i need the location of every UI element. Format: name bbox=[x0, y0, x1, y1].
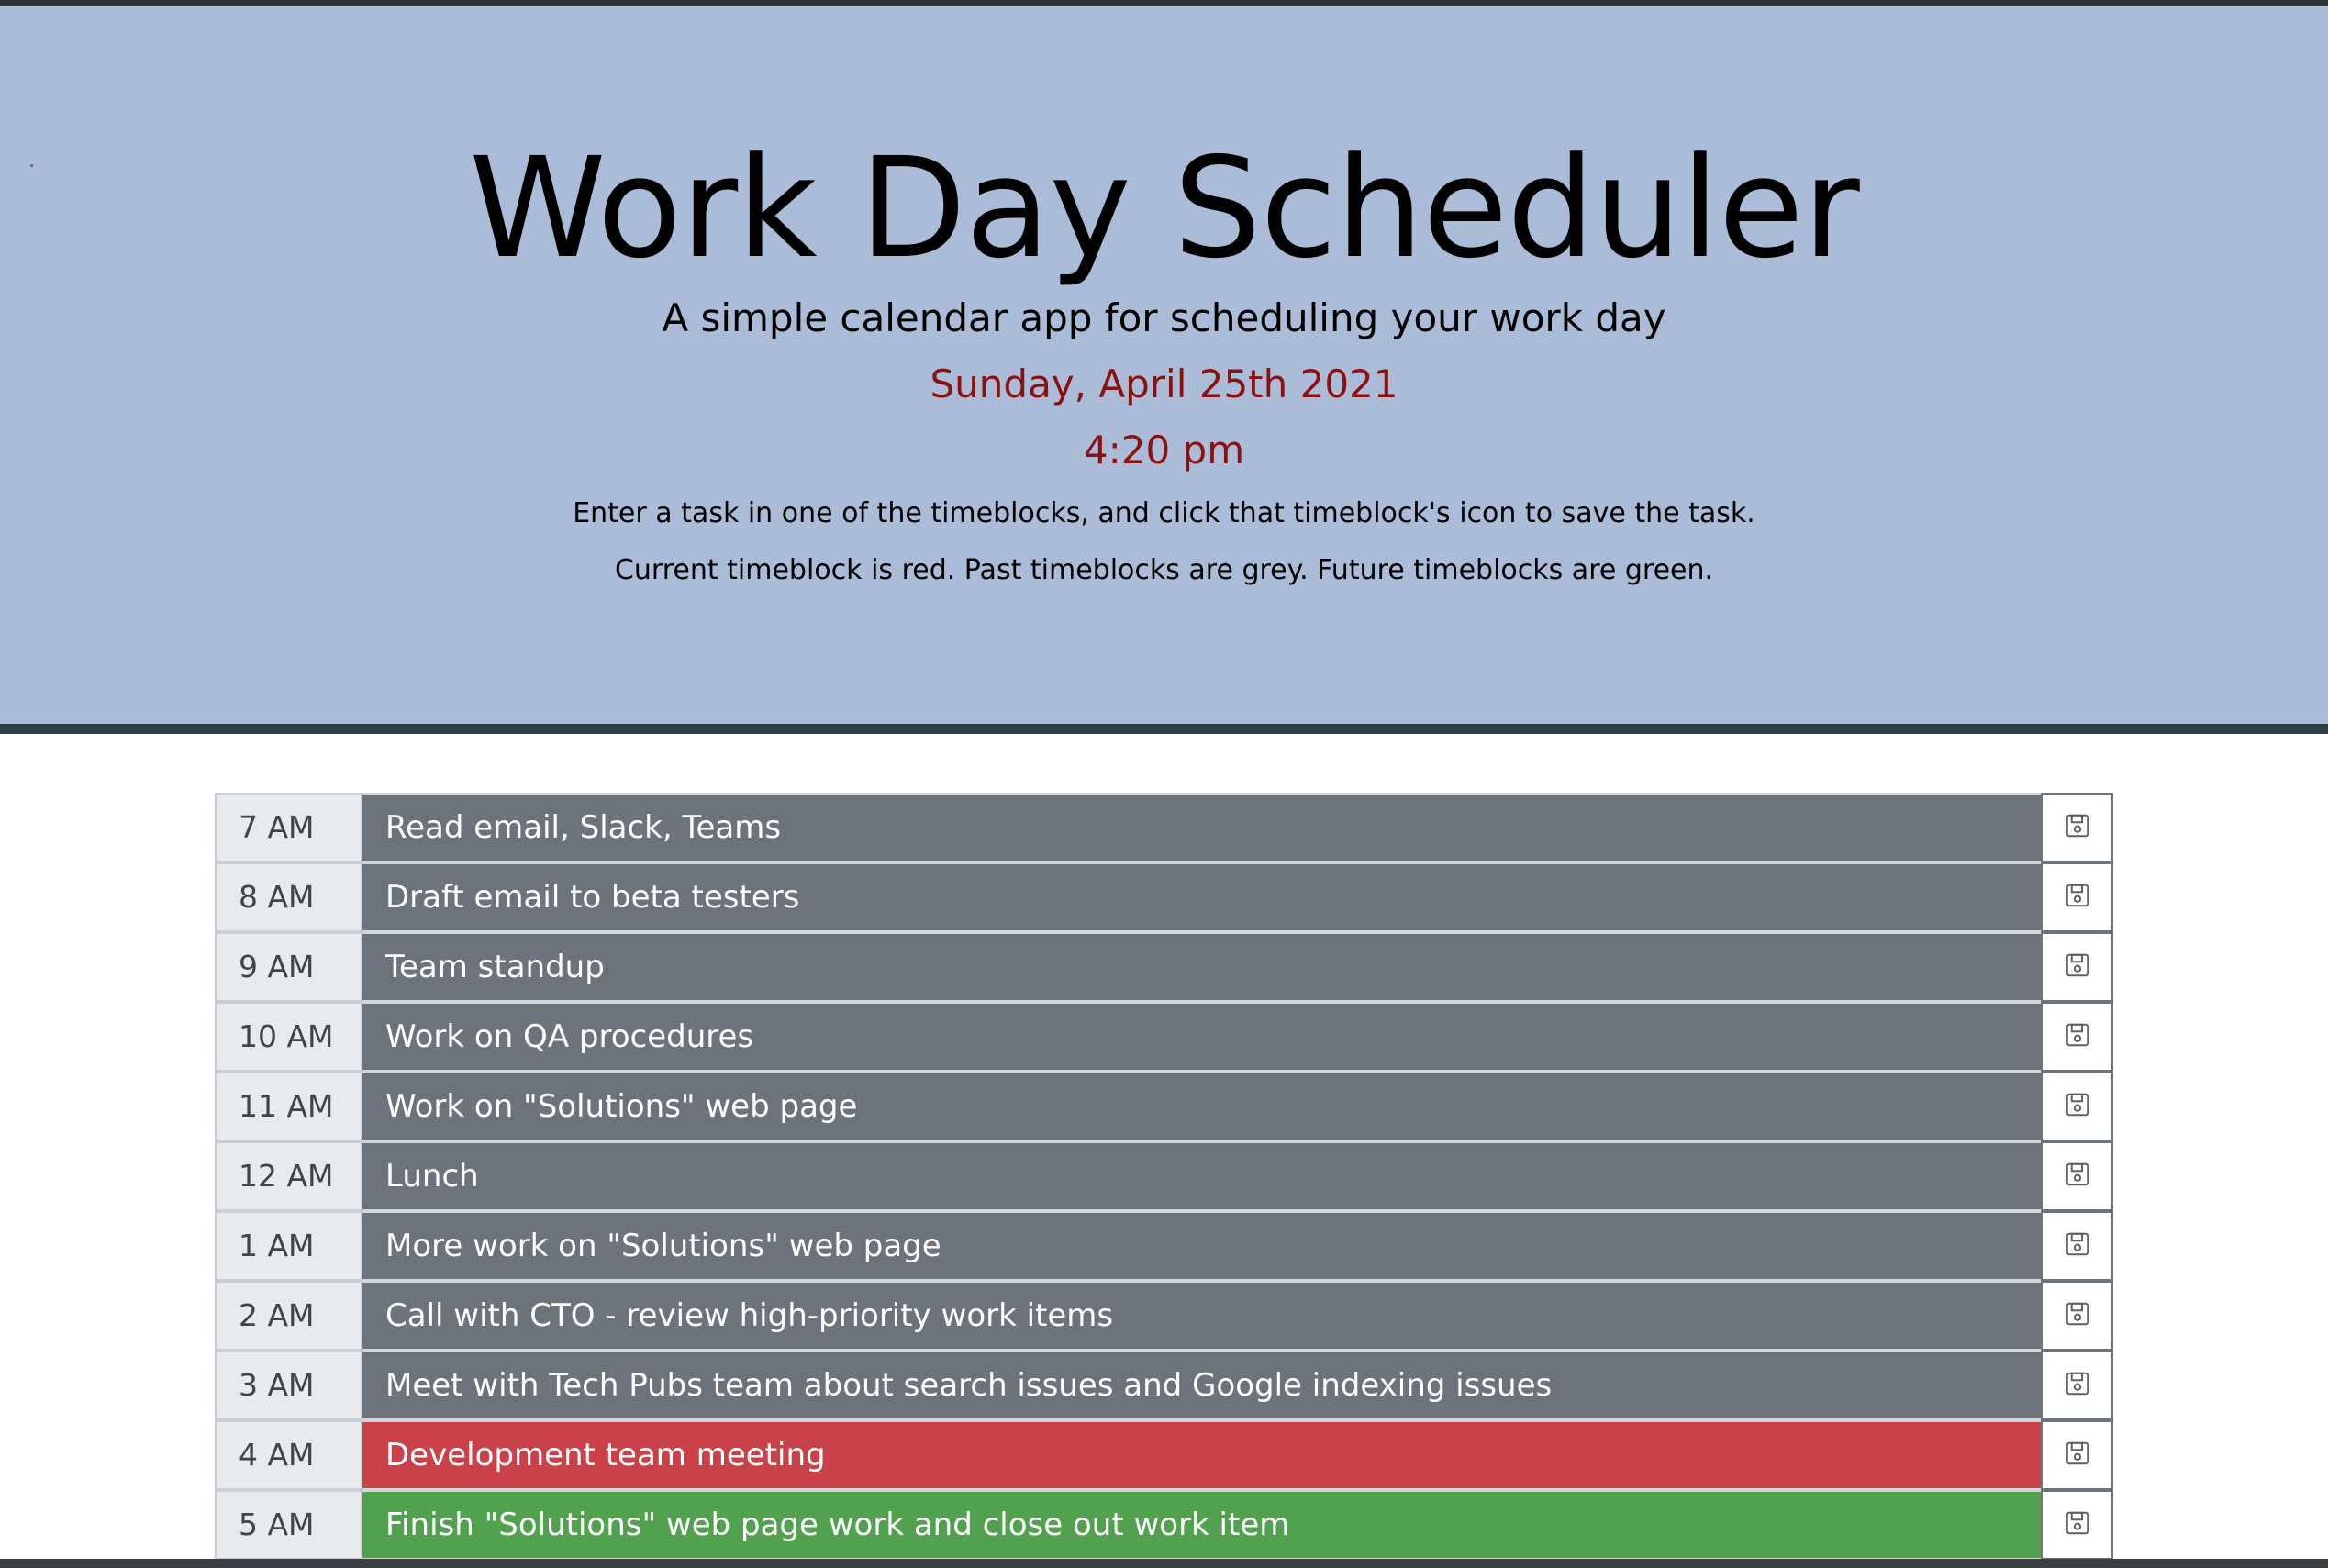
decorative-dot bbox=[30, 164, 33, 167]
timeblock-task-input[interactable]: Call with CTO - review high-priority wor… bbox=[362, 1281, 2041, 1351]
timeblock-task-input[interactable]: Work on "Solutions" web page bbox=[362, 1072, 2041, 1141]
save-button[interactable] bbox=[2041, 862, 2113, 932]
timeblock-hour: 10 AM bbox=[215, 1002, 362, 1072]
save-button[interactable] bbox=[2041, 1141, 2113, 1211]
save-button[interactable] bbox=[2041, 1351, 2113, 1420]
save-icon bbox=[2064, 1509, 2091, 1540]
timeblock-hour: 4 AM bbox=[215, 1420, 362, 1490]
save-icon bbox=[2064, 1370, 2091, 1401]
save-button[interactable] bbox=[2041, 1420, 2113, 1490]
timeblock-row: 12 AM Lunch bbox=[215, 1141, 2113, 1211]
save-button[interactable] bbox=[2041, 1490, 2113, 1560]
save-button[interactable] bbox=[2041, 1281, 2113, 1351]
save-icon bbox=[2064, 1161, 2091, 1192]
save-icon bbox=[2064, 951, 2091, 983]
timeblock-row: 8 AM Draft email to beta testers bbox=[215, 862, 2113, 932]
timeblock-hour: 5 AM bbox=[215, 1490, 362, 1560]
timeblock-task-input[interactable]: More work on "Solutions" web page bbox=[362, 1211, 2041, 1281]
save-button[interactable] bbox=[2041, 1211, 2113, 1281]
window-top-border bbox=[0, 0, 2328, 6]
timeblock-task-input[interactable]: Team standup bbox=[362, 932, 2041, 1002]
header-jumbotron: Work Day Scheduler A simple calendar app… bbox=[0, 6, 2328, 726]
save-icon bbox=[2064, 1300, 2091, 1331]
save-button[interactable] bbox=[2041, 932, 2113, 1002]
timeblock-task-input[interactable]: Meet with Tech Pubs team about search is… bbox=[362, 1351, 2041, 1420]
header-divider bbox=[0, 724, 2328, 734]
current-date: Sunday, April 25th 2021 bbox=[930, 361, 1398, 406]
timeblock-row: 11 AM Work on "Solutions" web page bbox=[215, 1072, 2113, 1141]
page-title: Work Day Scheduler bbox=[469, 128, 1860, 289]
save-button[interactable] bbox=[2041, 1072, 2113, 1141]
save-icon bbox=[2064, 1230, 2091, 1262]
instructions-text: Enter a task in one of the timeblocks, a… bbox=[573, 497, 1755, 529]
timeblock-hour: 11 AM bbox=[215, 1072, 362, 1141]
timeblock-hour: 3 AM bbox=[215, 1351, 362, 1420]
timeblock-row: 1 AM More work on "Solutions" web page bbox=[215, 1211, 2113, 1281]
timeblock-hour: 8 AM bbox=[215, 862, 362, 932]
timeblock-row: 3 AM Meet with Tech Pubs team about sear… bbox=[215, 1351, 2113, 1420]
timeblock-hour: 1 AM bbox=[215, 1211, 362, 1281]
timeblock-row: 10 AM Work on QA procedures bbox=[215, 1002, 2113, 1072]
color-legend-text: Current timeblock is red. Past timeblock… bbox=[614, 554, 1714, 586]
timeblock-task-input[interactable]: Work on QA procedures bbox=[362, 1002, 2041, 1072]
timeblock-hour: 9 AM bbox=[215, 932, 362, 1002]
timeblock-task-input[interactable]: Lunch bbox=[362, 1141, 2041, 1211]
timeblock-row: 5 AM Finish "Solutions" web page work an… bbox=[215, 1490, 2113, 1560]
timeblock-row: 9 AM Team standup bbox=[215, 932, 2113, 1002]
save-button[interactable] bbox=[2041, 1002, 2113, 1072]
save-button[interactable] bbox=[2041, 793, 2113, 862]
timeblock-task-input[interactable]: Draft email to beta testers bbox=[362, 862, 2041, 932]
timeblock-hour: 7 AM bbox=[215, 793, 362, 862]
save-icon bbox=[2064, 812, 2091, 843]
timeblock-hour: 12 AM bbox=[215, 1141, 362, 1211]
save-icon bbox=[2064, 1091, 2091, 1122]
save-icon bbox=[2064, 1440, 2091, 1471]
timeblock-task-input[interactable]: Finish "Solutions" web page work and clo… bbox=[362, 1490, 2041, 1560]
page-subtitle: A simple calendar app for scheduling you… bbox=[662, 295, 1666, 340]
timeblock-list: 7 AM Read email, Slack, Teams 8 AM Draft… bbox=[215, 793, 2113, 1560]
timeblock-row: 2 AM Call with CTO - review high-priorit… bbox=[215, 1281, 2113, 1351]
timeblock-task-input[interactable]: Read email, Slack, Teams bbox=[362, 793, 2041, 862]
current-time: 4:20 pm bbox=[1083, 428, 1245, 473]
timeblock-row: 7 AM Read email, Slack, Teams bbox=[215, 793, 2113, 862]
timeblock-hour: 2 AM bbox=[215, 1281, 362, 1351]
window-bottom-edge bbox=[0, 1559, 2328, 1568]
timeblock-row: 4 AM Development team meeting bbox=[215, 1420, 2113, 1490]
timeblock-task-input[interactable]: Development team meeting bbox=[362, 1420, 2041, 1490]
save-icon bbox=[2064, 1021, 2091, 1052]
save-icon bbox=[2064, 882, 2091, 913]
